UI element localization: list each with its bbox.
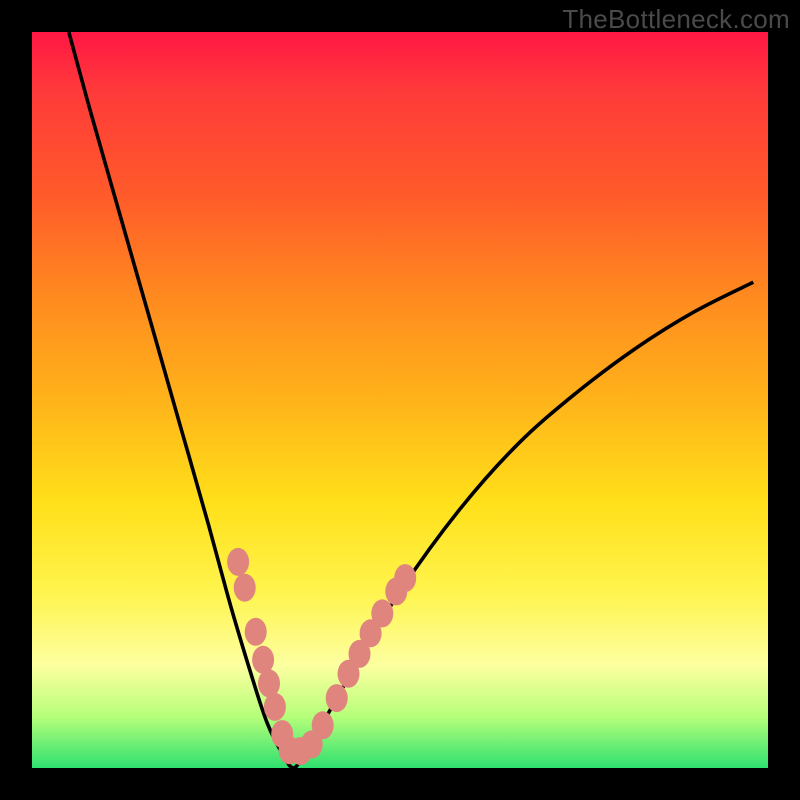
curve-marker: [394, 564, 416, 592]
curve-marker: [245, 618, 267, 646]
curve-marker: [371, 599, 393, 627]
curve-marker: [264, 693, 286, 721]
chart-frame: TheBottleneck.com: [0, 0, 800, 800]
curve-marker: [326, 684, 348, 712]
curve-marker: [312, 711, 334, 739]
plot-area: [32, 32, 768, 768]
watermark-text: TheBottleneck.com: [562, 4, 790, 35]
marker-layer: [227, 548, 416, 765]
bottleneck-curve-path: [69, 32, 754, 768]
curve-marker: [234, 574, 256, 602]
bottleneck-curve-svg: [32, 32, 768, 768]
curve-marker: [227, 548, 249, 576]
